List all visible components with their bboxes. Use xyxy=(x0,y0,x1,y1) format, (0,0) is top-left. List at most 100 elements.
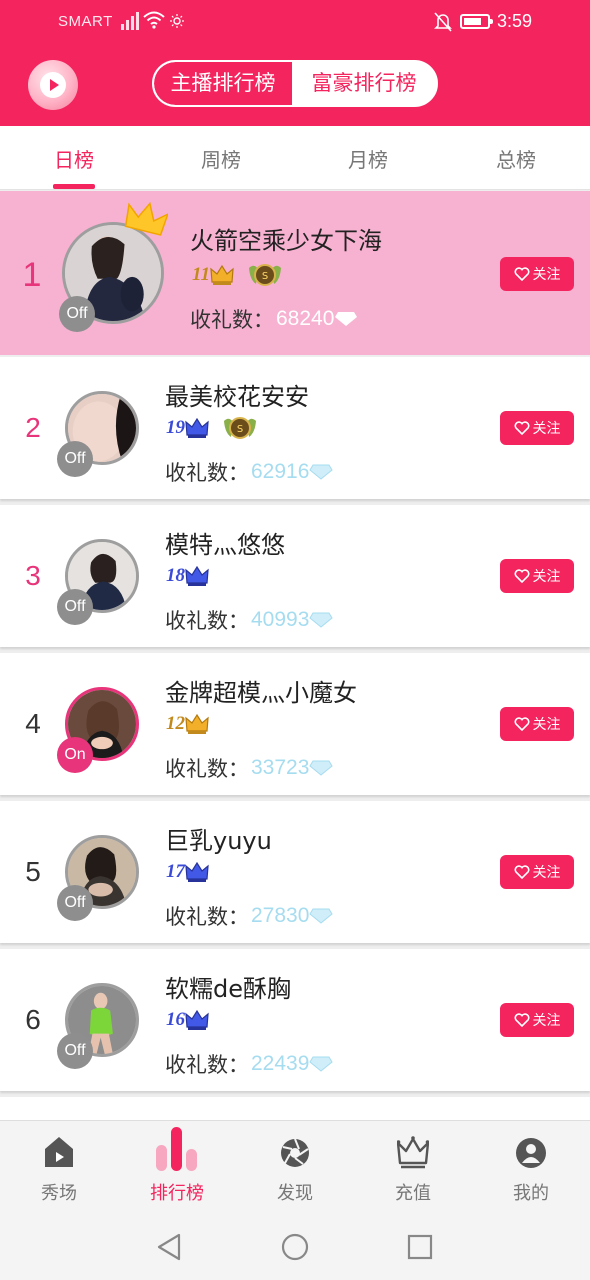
nav-label: 我的 xyxy=(513,1183,549,1204)
period-tabs: 日榜 周榜 月榜 总榜 xyxy=(0,126,590,190)
ranking-row-1[interactable]: 1 Off 火箭空乘少女下海 11 S 收礼数： 68240 关注 xyxy=(0,191,590,355)
level-badge: 16 xyxy=(166,1006,209,1034)
gift-count-value: 62916 xyxy=(251,460,310,483)
follow-button[interactable]: 关注 xyxy=(500,707,574,741)
nav-label: 秀场 xyxy=(41,1183,77,1204)
diamond-icon xyxy=(309,1056,334,1072)
gift-count-label: 收礼数： xyxy=(190,308,274,332)
camera-aperture-icon xyxy=(281,1138,309,1167)
crown-icon xyxy=(124,201,168,236)
diamond-icon xyxy=(335,312,358,326)
ranking-row-2[interactable]: 2 Off 最美校花安安 19 S 收礼数： 62916 关注 xyxy=(0,357,590,499)
mute-bell-icon xyxy=(434,12,452,32)
heart-icon xyxy=(514,267,529,281)
level-number: 18 xyxy=(166,565,185,586)
gold-crown-icon xyxy=(185,713,209,734)
nav-label: 发现 xyxy=(277,1183,313,1204)
wifi-icon xyxy=(143,11,165,29)
follow-button[interactable]: 关注 xyxy=(500,1003,574,1037)
ranking-row-5[interactable]: 5 Off 巨乳yuyu 17 收礼数： 27830 关注 xyxy=(0,801,590,943)
diamond-icon xyxy=(309,760,334,776)
system-navigation-bar xyxy=(0,1210,590,1280)
gift-count-label: 收礼数： xyxy=(165,461,249,485)
blue-crown-icon xyxy=(185,861,209,882)
tab-monthly[interactable]: 月榜 xyxy=(328,144,408,173)
tab-total[interactable]: 总榜 xyxy=(476,144,556,173)
follow-button[interactable]: 关注 xyxy=(500,855,574,889)
follow-button[interactable]: 关注 xyxy=(500,559,574,593)
svg-text:S: S xyxy=(262,271,268,282)
follow-button[interactable]: 关注 xyxy=(500,411,574,445)
ranking-row-4[interactable]: 4 On 金牌超模灬小魔女 12 收礼数： 33723 关注 xyxy=(0,653,590,795)
green-medal-icon: S xyxy=(224,417,256,439)
blue-crown-icon xyxy=(185,1009,209,1030)
gift-count-label: 收礼数： xyxy=(165,757,249,781)
host-name: 金牌超模灬小魔女 xyxy=(165,679,357,707)
nav-profile[interactable]: 我的 xyxy=(472,1121,590,1211)
gift-count: 收礼数： 62916 xyxy=(165,457,334,487)
level-badge: 12 xyxy=(166,710,209,738)
tab-daily[interactable]: 日榜 xyxy=(34,144,114,173)
rank-number: 1 xyxy=(22,256,42,294)
heart-icon xyxy=(514,865,529,879)
follow-label: 关注 xyxy=(532,569,561,585)
gift-count-value: 33723 xyxy=(251,756,310,779)
status-badge: On xyxy=(57,737,93,773)
gift-count: 收礼数： 33723 xyxy=(165,753,334,783)
follow-button[interactable]: 关注 xyxy=(500,257,574,291)
svg-text:S: S xyxy=(237,424,243,435)
gift-count: 收礼数： 27830 xyxy=(165,901,334,931)
rank-number: 2 xyxy=(25,412,41,443)
rich-ranking-tab[interactable]: 富豪排行榜 xyxy=(292,62,436,105)
gift-count-value: 68240 xyxy=(276,307,335,330)
signal-icon xyxy=(121,12,139,30)
level-badge: 18 xyxy=(166,562,209,590)
anchor-ranking-tab[interactable]: 主播排行榜 xyxy=(154,62,292,105)
nav-show[interactable]: 秀场 xyxy=(0,1121,118,1211)
level-number: 19 xyxy=(166,417,185,438)
diamond-icon xyxy=(309,612,334,628)
gift-count-value: 40993 xyxy=(251,608,310,631)
back-icon[interactable] xyxy=(155,1232,183,1262)
active-tab-indicator xyxy=(53,184,95,189)
status-badge: Off xyxy=(57,1033,93,1069)
ranking-row-6[interactable]: 6 Off 软糯de酥胸 16 收礼数： 22439 关注 xyxy=(0,949,590,1091)
gift-count: 收礼数： 68240 xyxy=(190,304,358,334)
status-badge: Off xyxy=(57,441,93,477)
status-badge: Off xyxy=(57,885,93,921)
rank-number: 3 xyxy=(25,560,41,591)
nav-recharge[interactable]: 充值 xyxy=(354,1121,472,1211)
carrier-label: SMART xyxy=(58,13,113,30)
gift-count-label: 收礼数： xyxy=(165,905,249,929)
follow-label: 关注 xyxy=(532,865,561,881)
nav-label: 排行榜 xyxy=(150,1183,204,1204)
user-icon xyxy=(516,1138,546,1168)
gift-count-value: 22439 xyxy=(251,1052,310,1075)
status-badge: Off xyxy=(57,589,93,625)
ranking-type-toggle: 主播排行榜 富豪排行榜 xyxy=(152,60,438,107)
gift-count-label: 收礼数： xyxy=(165,609,249,633)
app-header: SMART 3:59 主播排行榜 富豪排行榜 xyxy=(0,0,590,126)
home-icon[interactable] xyxy=(281,1233,309,1261)
level-badge: 19 S xyxy=(166,414,259,442)
follow-label: 关注 xyxy=(532,421,561,437)
nav-discover[interactable]: 发现 xyxy=(236,1121,354,1211)
gift-count: 收礼数： 40993 xyxy=(165,605,334,635)
host-name: 软糯de酥胸 xyxy=(165,975,291,1003)
follow-label: 关注 xyxy=(532,267,561,283)
tab-weekly[interactable]: 周榜 xyxy=(181,144,261,173)
nav-ranking[interactable]: 排行榜 xyxy=(118,1121,236,1211)
ranking-row-3[interactable]: 3 Off 模特灬悠悠 18 收礼数： 40993 关注 xyxy=(0,505,590,647)
ranking-bars-icon xyxy=(156,1127,197,1171)
play-logo-icon[interactable] xyxy=(28,60,78,110)
heart-icon xyxy=(514,717,529,731)
heart-icon xyxy=(514,1013,529,1027)
battery-icon xyxy=(460,14,493,29)
heart-icon xyxy=(514,569,529,583)
follow-label: 关注 xyxy=(532,1013,561,1029)
level-number: 11 xyxy=(192,264,210,285)
gift-count-value: 27830 xyxy=(251,904,310,927)
recents-icon[interactable] xyxy=(407,1234,433,1260)
green-medal-icon: S xyxy=(248,264,281,286)
rank-number: 5 xyxy=(25,856,41,887)
